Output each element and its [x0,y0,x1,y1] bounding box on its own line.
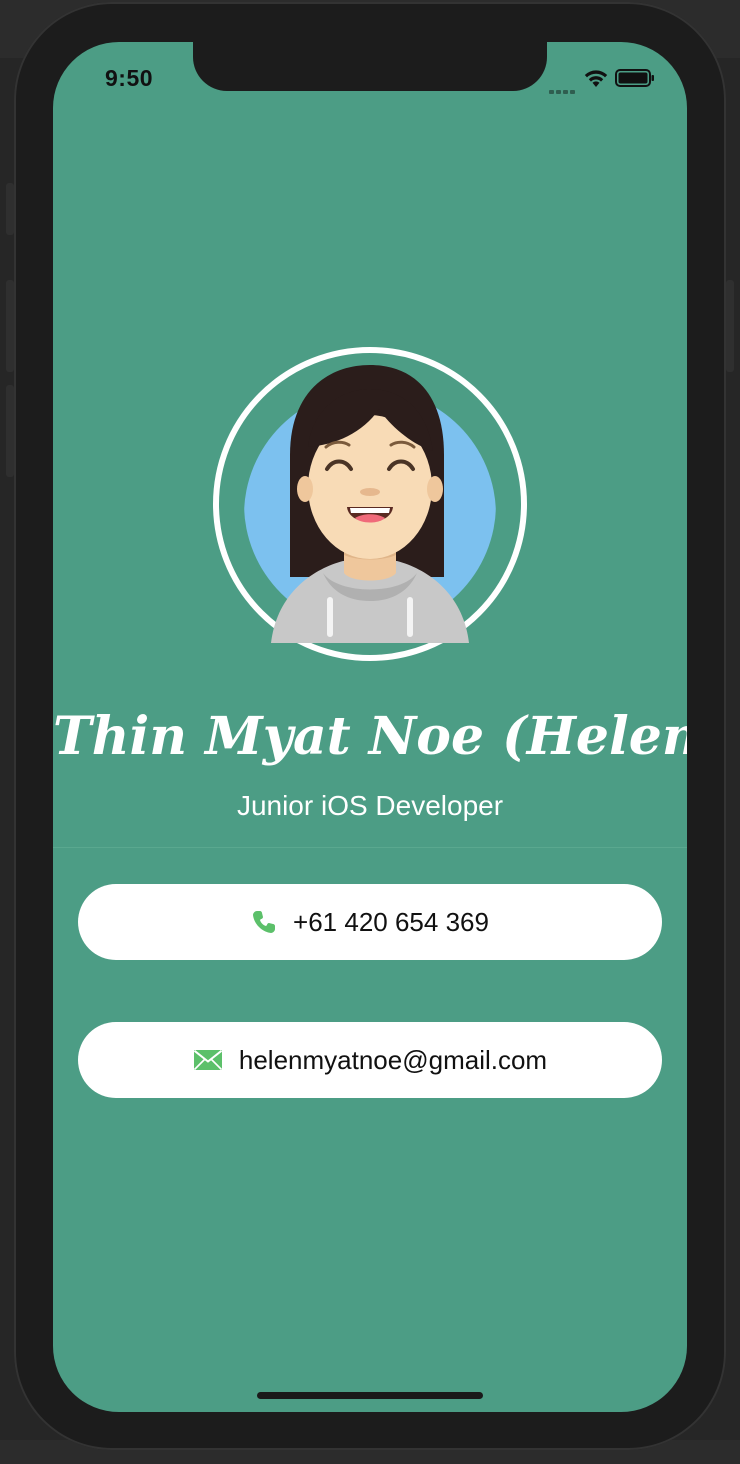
device-notch [193,42,547,91]
status-icons [549,66,659,94]
home-indicator[interactable] [257,1392,483,1399]
battery-icon [615,69,654,87]
volume-up-button [6,280,14,372]
profile-name: Thin Myat Noe (Helen) [53,706,687,767]
cellular-signal-icon [549,81,577,99]
phone-icon [251,909,277,935]
app-screen: 9:50 Thin Myat Noe (Helen) Junior iOS De… [53,42,687,1412]
status-time: 9:50 [105,65,154,91]
section-divider [53,847,687,848]
volume-down-button [6,385,14,477]
phone-contact-button[interactable]: +61 420 654 369 [78,884,662,960]
envelope-icon [193,1049,223,1071]
email-address-label: helenmyatnoe@gmail.com [238,1044,548,1075]
smiling-girl-avatar-icon [213,347,527,661]
email-contact-button[interactable]: helenmyatnoe@gmail.com [78,1022,662,1098]
wifi-icon [584,70,608,87]
power-button [726,280,734,372]
profile-title: Junior iOS Developer [236,790,504,821]
mute-switch [6,183,14,235]
phone-number-label: +61 420 654 369 [293,906,489,937]
profile-avatar [213,347,527,661]
